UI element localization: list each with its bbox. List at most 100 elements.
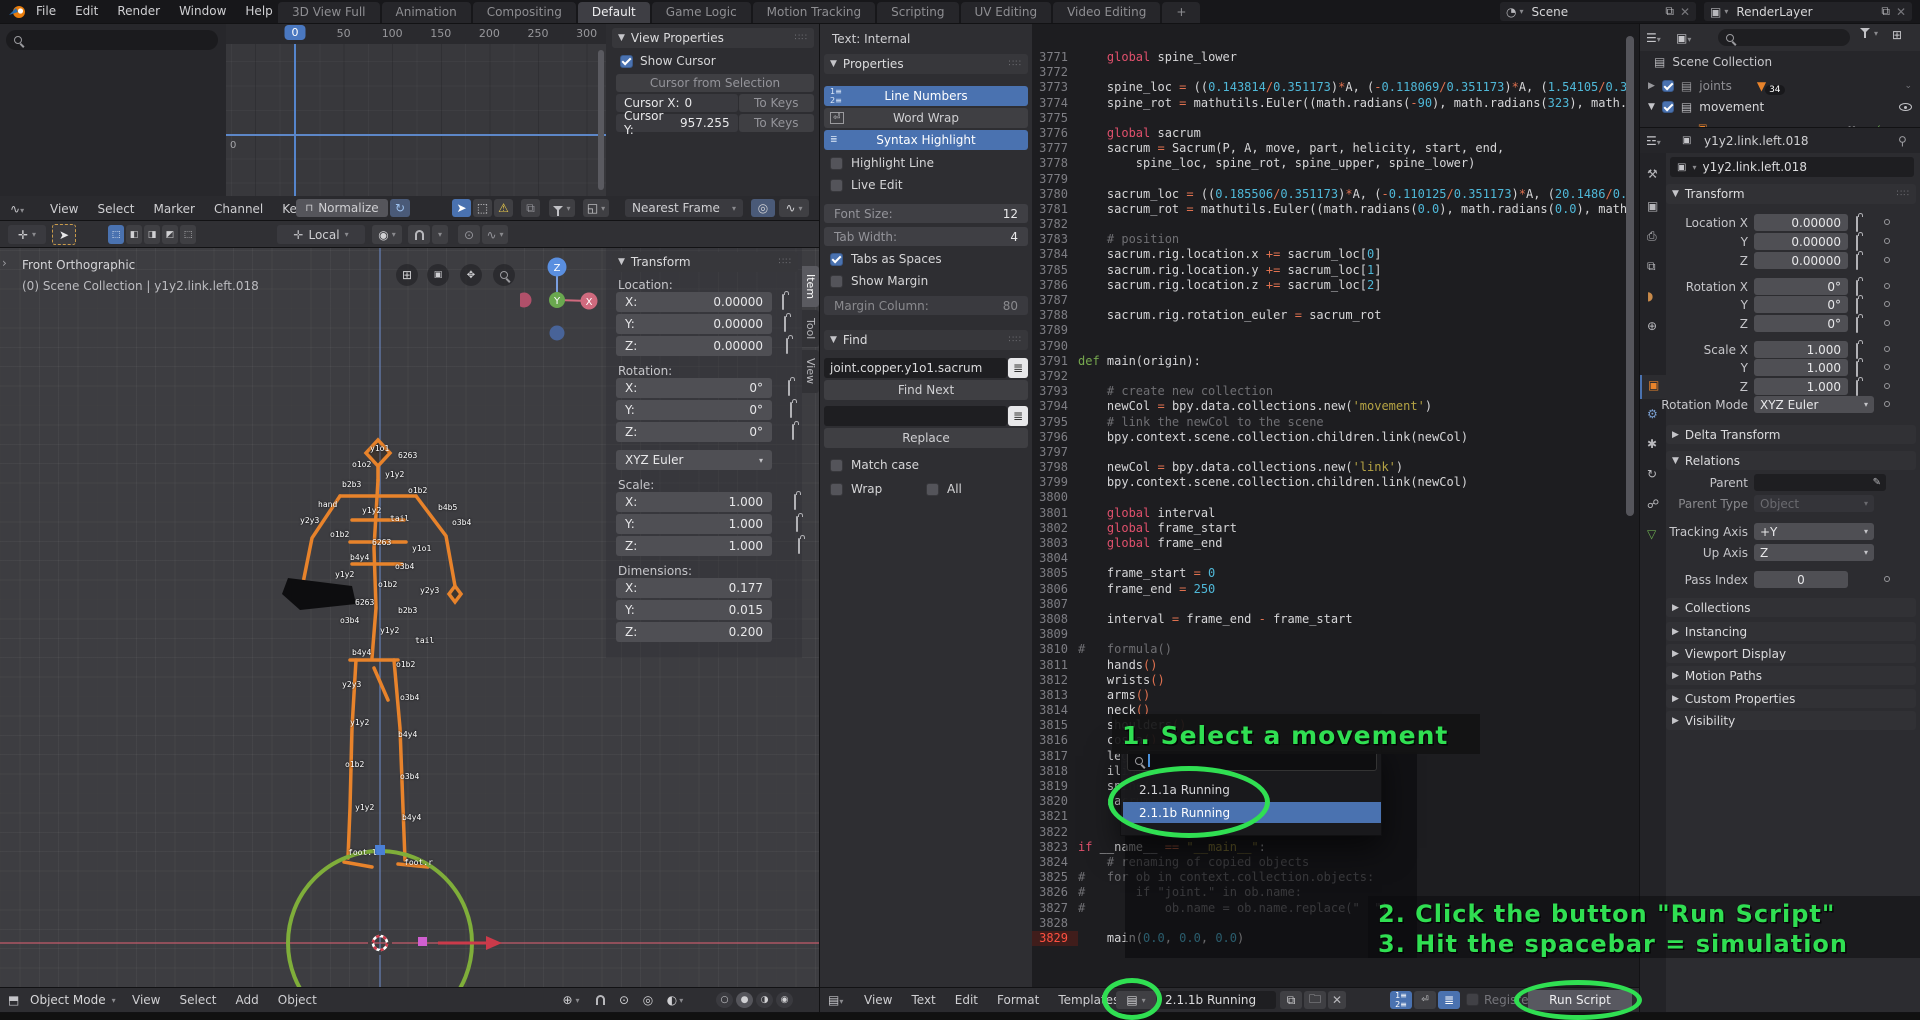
parent-type-dropdown[interactable]: Object▾	[1754, 495, 1874, 512]
new-text-icon[interactable]: ⧉	[1280, 991, 1302, 1009]
filter-icon[interactable]: ▾	[549, 199, 575, 217]
transform-value-field[interactable]: X:1.000	[616, 492, 772, 512]
shading-material-icon[interactable]: ◑	[756, 992, 773, 1008]
lock-icon[interactable]	[1856, 235, 1858, 251]
object-name-value[interactable]: y1y2.link.left.018	[1702, 160, 1806, 174]
code-line[interactable]: 3776 global sacrum	[1032, 126, 1628, 141]
lock-icon[interactable]	[786, 338, 788, 354]
tab-view[interactable]: View	[802, 350, 819, 392]
lock-icon[interactable]	[798, 538, 800, 554]
open-text-icon[interactable]: 🗀	[1304, 991, 1326, 1009]
code-line[interactable]: 3795 # link the newCol to the scene	[1032, 415, 1628, 430]
margin-column-field[interactable]: Margin Column:80	[824, 296, 1028, 315]
find-next-button[interactable]: Find Next	[824, 380, 1028, 400]
new-renderlayer-icon[interactable]: ⧉	[1877, 4, 1894, 19]
code-line[interactable]: 3784 sacrum.rig.location.x += sacrum_loc…	[1032, 247, 1628, 262]
view-properties-panel-header[interactable]: ▼ View Properties ∷∷	[612, 28, 814, 48]
row-label[interactable]: movement	[1699, 100, 1764, 114]
show-margin-row[interactable]: Show Margin	[830, 274, 928, 288]
property-value-field[interactable]: 0°	[1754, 296, 1848, 313]
workspace-tab-3d-view-full[interactable]: 3D View Full	[278, 2, 380, 23]
lock-icon[interactable]	[782, 294, 784, 310]
panel-custom-properties[interactable]: ▶Custom Properties	[1666, 689, 1916, 708]
menu-format[interactable]: Format	[997, 993, 1039, 1007]
transform-value-field[interactable]: Y:0°	[616, 400, 772, 420]
live-edit-row[interactable]: Live Edit	[830, 178, 903, 192]
transform-value-field[interactable]: Z:0.00000	[616, 336, 772, 356]
snap-options-icon[interactable]: ▾	[432, 225, 448, 244]
renderlayer-name[interactable]: RenderLayer	[1728, 5, 1877, 19]
code-line[interactable]: 3813 arms()	[1032, 688, 1628, 703]
menu-window[interactable]: Window	[179, 4, 226, 18]
lock-icon[interactable]	[1856, 361, 1858, 377]
code-line[interactable]: 3793 # create new collection	[1032, 384, 1628, 399]
lock-icon[interactable]	[1856, 280, 1858, 296]
decorator-icon[interactable]	[1884, 346, 1890, 352]
menu-edit[interactable]: Edit	[75, 4, 98, 18]
renderlayer-selector[interactable]: ▣ ▾ RenderLayer ⧉ ✕	[1704, 2, 1912, 21]
code-line[interactable]: 3781 sacrum_rot = mathutils.Euler((math.…	[1032, 202, 1628, 217]
all-row[interactable]: All	[926, 482, 962, 496]
code-scrollbar[interactable]	[1626, 36, 1634, 516]
property-value-field[interactable]: 1.000	[1754, 359, 1848, 376]
editor-type-icon[interactable]: ⬒	[8, 993, 19, 1007]
panel-visibility[interactable]: ▶Visibility	[1666, 711, 1916, 730]
menu-render[interactable]: Render	[117, 4, 160, 18]
menu-help[interactable]: Help	[245, 4, 272, 18]
decorator-icon[interactable]	[1884, 283, 1890, 289]
menu-text[interactable]: Text	[911, 993, 935, 1007]
code-line[interactable]: 3808 interval = frame_end - frame_start	[1032, 612, 1628, 627]
property-value-field[interactable]: 0.00000	[1754, 252, 1848, 269]
object-name-field[interactable]: ▣▾ y1y2.link.left.018	[1670, 157, 1914, 177]
code-line[interactable]: 3807	[1032, 597, 1628, 612]
overlays-icon[interactable]: ◐▾	[662, 991, 688, 1009]
properties-panel-header[interactable]: ▼Properties∷∷	[824, 54, 1028, 74]
property-value-field[interactable]: 1.000	[1754, 341, 1848, 358]
find-input[interactable]: joint.copper.y1o1.sacrum	[824, 358, 1007, 378]
workspace-tab-motion-tracking[interactable]: Motion Tracking	[753, 2, 875, 23]
find-panel-header[interactable]: ▼Find∷∷	[824, 330, 1028, 350]
code-line[interactable]: 3780 sacrum_loc = ((0.185506/0.351173)*A…	[1032, 187, 1628, 202]
shading-solid-icon[interactable]: ●	[736, 992, 753, 1008]
code-line[interactable]: 3782	[1032, 217, 1628, 232]
decorator-icon[interactable]	[1884, 320, 1890, 326]
unlink-scene-icon[interactable]: ✕	[1678, 5, 1696, 19]
footer-line-numbers-icon[interactable]: 1≡2≡	[1390, 991, 1412, 1009]
outliner-filter-icon[interactable]	[1860, 33, 1870, 47]
code-line[interactable]: 3797	[1032, 445, 1628, 460]
workspace-tab-compositing[interactable]: Compositing	[473, 2, 576, 23]
transform-value-field[interactable]: Z:0°	[616, 422, 772, 442]
code-line[interactable]: 3794 newCol = bpy.data.collections.new('…	[1032, 399, 1628, 414]
lock-icon[interactable]	[1856, 380, 1858, 396]
eyedropper-icon[interactable]: ✎	[1873, 477, 1881, 488]
code-line[interactable]: 3799 bpy.context.scene.collection.childr…	[1032, 475, 1628, 490]
editor-type-icon[interactable]: ∿▾	[10, 202, 24, 216]
replace-button[interactable]: Replace	[824, 428, 1028, 448]
property-value-field[interactable]: 0°	[1754, 315, 1848, 332]
select-subtract-tool-icon[interactable]: ◨	[144, 225, 160, 244]
viewport-transform-header[interactable]: ▼Transform∷∷	[612, 252, 798, 272]
pin-icon[interactable]: ⚲	[1898, 134, 1907, 148]
tabs-as-spaces-row[interactable]: Tabs as Spaces	[830, 252, 942, 266]
lock-icon[interactable]	[794, 494, 796, 510]
tab-particles-icon[interactable]: ✱	[1647, 437, 1657, 451]
frame-markers-icon[interactable]: ⬚	[473, 199, 492, 217]
to-keys-button[interactable]: To Keys	[739, 94, 814, 112]
proportional-falloff-icon[interactable]: ∿▾	[482, 225, 508, 244]
lock-icon[interactable]	[1856, 317, 1858, 333]
show-margin-checkbox[interactable]	[830, 275, 843, 288]
code-line[interactable]: 3775	[1032, 111, 1628, 126]
remove-renderlayer-icon[interactable]: ✕	[1894, 5, 1912, 19]
menu-add[interactable]: Add	[236, 993, 259, 1007]
scene-selector[interactable]: ◔ ▾ Scene ⧉ ✕	[1500, 2, 1696, 21]
match-case-checkbox[interactable]	[830, 459, 843, 472]
tab-tool-icon[interactable]: ⚒	[1647, 167, 1658, 181]
relations-panel-header[interactable]: ▼Relations	[1666, 451, 1916, 470]
outliner-filter-arrow-icon[interactable]: ▾	[1874, 29, 1878, 38]
shading-wireframe-icon[interactable]: ○	[716, 992, 733, 1008]
select-extend-tool-icon[interactable]: ◧	[126, 225, 142, 244]
transform-panel-header[interactable]: ▼Transform∷∷	[1666, 184, 1916, 204]
pivot-point-icon[interactable]: ◉▾	[372, 225, 402, 244]
lock-icon[interactable]	[792, 424, 794, 440]
outliner-row-joints[interactable]: ▶ ▤ joints ▼ 34 ⌄	[1648, 77, 1912, 95]
